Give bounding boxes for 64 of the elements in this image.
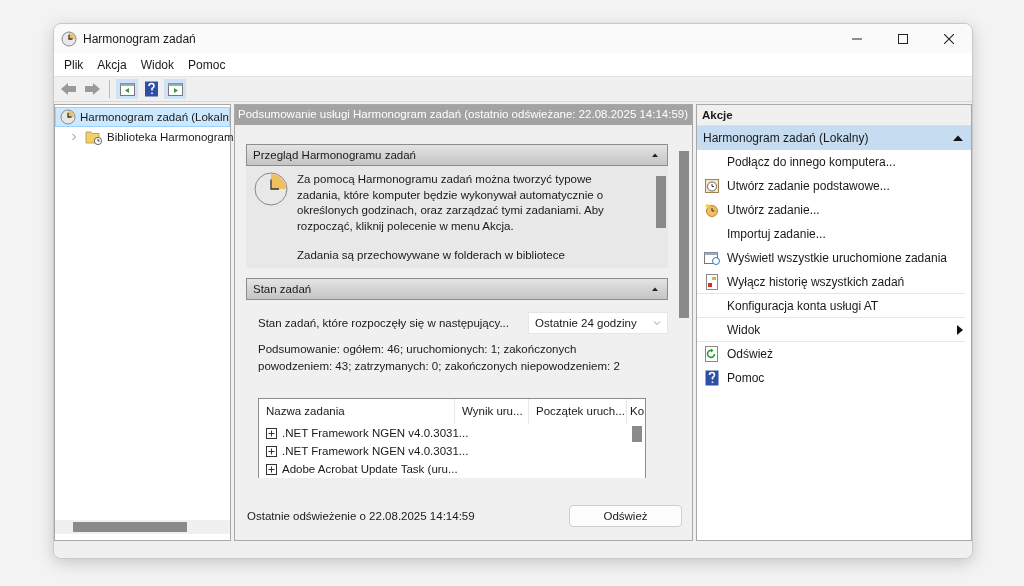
help-icon (142, 81, 160, 97)
action-item[interactable]: Utwórz zadanie podstawowe... (697, 174, 965, 198)
scrollbar[interactable] (55, 520, 230, 534)
collapse-icon (953, 135, 963, 141)
action-item[interactable]: Widok (697, 318, 965, 342)
pane-header: Akcje (697, 105, 971, 126)
collapse-icon (651, 286, 659, 292)
column-header[interactable]: Początek uruch... (529, 399, 627, 424)
clock-icon (254, 172, 288, 206)
refresh-icon (704, 346, 720, 362)
last-refresh-text: Ostatnie odświeżenie o 22.08.2025 14:14:59 (247, 510, 475, 522)
menu-item[interactable]: Plik (57, 57, 91, 72)
column-header[interactable]: Ko (627, 399, 644, 424)
submenu-arrow-icon (957, 324, 963, 335)
folder-clock-icon (85, 129, 103, 145)
action-item[interactable]: Pomoc (697, 366, 965, 390)
period-dropdown[interactable]: Ostatnie 24 godziny (528, 312, 668, 334)
close-icon (944, 33, 954, 44)
menu-item[interactable]: Widok (133, 57, 182, 72)
filter-label: Stan zadań, które rozpoczęły się w następujący... (258, 317, 509, 329)
chevron-down-icon (653, 320, 661, 326)
action-item[interactable]: Konfiguracja konta usługi AT (697, 294, 965, 318)
back-arrow-icon (59, 81, 77, 97)
paragraph: Za pomocą Harmonogramu zadań można tworzyć typowe zadania, które komputer będzie wykonywał automatycznie o określonych godzinach, oraz zarządzać tymi zadaniami. Aby rozpocząć, kliknij polecenie w menu Akcja. (297, 172, 605, 234)
panel-icon (166, 81, 184, 97)
scrollbar-thumb[interactable] (656, 176, 666, 228)
window-clock-icon (704, 250, 720, 266)
forward-arrow-icon (83, 81, 101, 97)
refresh-button[interactable]: Odśwież (569, 505, 682, 527)
maximize-icon (898, 33, 908, 44)
action-item[interactable]: Utwórz zadanie... (697, 198, 965, 222)
action-item[interactable]: Wyświetl wszystkie uruchomione zadania (697, 246, 965, 270)
action-item[interactable]: Wyłącz historię wszystkich zadań (697, 270, 965, 294)
group-header[interactable]: Harmonogram zadań (Lokalny) (697, 126, 971, 150)
table-row[interactable]: Adobe Acrobat Update Task (uru... (266, 460, 458, 478)
window-title: Harmonogram zadań (83, 31, 197, 46)
panel-button[interactable] (116, 79, 138, 99)
panel-icon (118, 81, 136, 97)
scrollbar-thumb[interactable] (679, 151, 689, 318)
menu-item[interactable]: Akcja (90, 57, 134, 72)
paragraph: Zadania są przechowywane w folderach w bibliotece (297, 248, 566, 263)
calendar-clock-icon (704, 178, 720, 194)
scrollbar-thumb[interactable] (73, 522, 187, 532)
clock-icon (61, 30, 77, 47)
summary-text: Podsumowanie: ogółem: 46; uruchomionych: 1; zakończonych powodzeniem: 43; zatrzymanych: 0; zakończonych niepowodzeniem: 2 (258, 342, 621, 374)
table-row[interactable]: .NET Framework NGEN v4.0.3031... (266, 442, 469, 460)
pane-header: Podsumowanie usługi Harmonogram zadań (ostatnio odświeżane: 22.08.2025 14:14:59) (235, 105, 692, 125)
panel-button[interactable] (164, 79, 186, 99)
action-item[interactable]: Podłącz do innego komputera... (697, 150, 965, 174)
scrollbar-thumb[interactable] (632, 426, 642, 442)
expand-icon (70, 133, 78, 141)
menu-item[interactable]: Pomoc (181, 57, 233, 72)
table-row[interactable]: .NET Framework NGEN v4.0.3031... (266, 424, 469, 442)
action-item[interactable]: Odśwież (697, 342, 965, 366)
collapse-icon (651, 152, 659, 158)
column-header[interactable]: Nazwa zadania (259, 399, 455, 424)
section-header[interactable]: Przegląd Harmonogramu zadań (246, 144, 668, 166)
help-icon (704, 370, 720, 386)
action-item[interactable]: Importuj zadanie... (697, 222, 965, 246)
section-header[interactable]: Stan zadań (246, 278, 668, 300)
document-icon (704, 273, 720, 290)
tree-item[interactable]: Harmonogram zadań (Lokaln (55, 107, 230, 127)
column-header[interactable]: Wynik uru... (455, 399, 529, 424)
clock-icon (60, 109, 76, 125)
